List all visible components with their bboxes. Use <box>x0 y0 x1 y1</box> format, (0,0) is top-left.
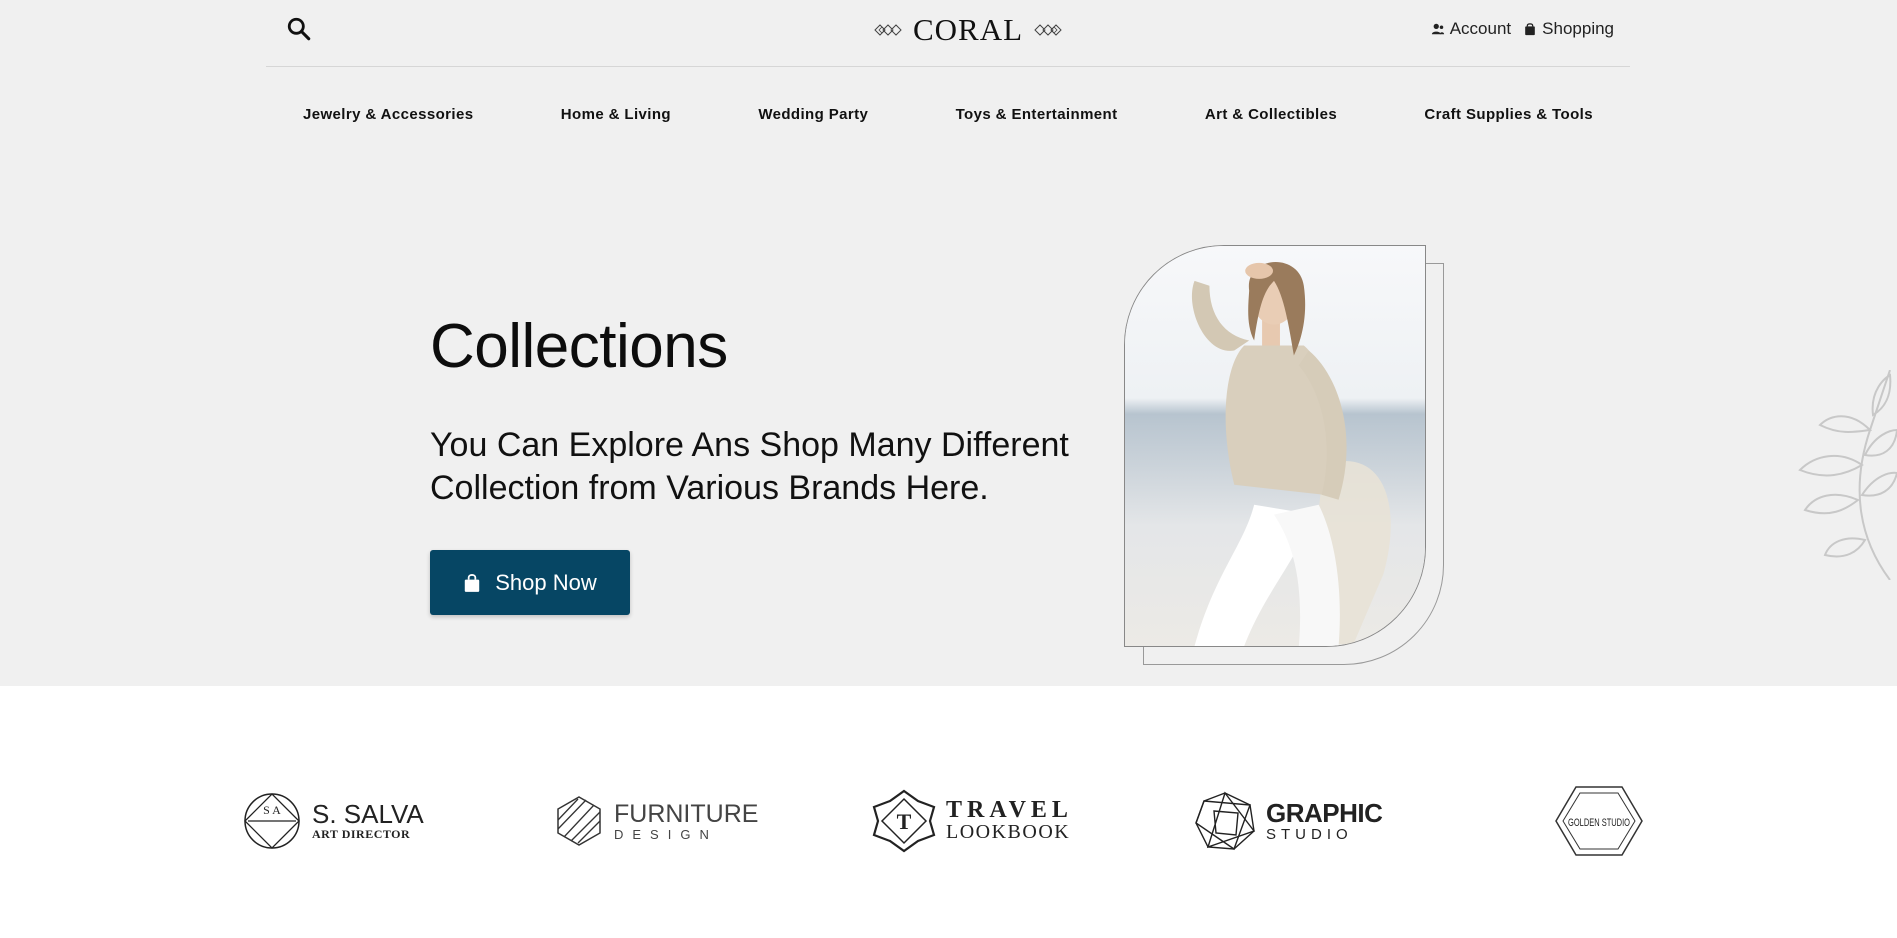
nav-item-craft[interactable]: Craft Supplies & Tools <box>1424 100 1593 130</box>
account-links: Account Shopping <box>1431 19 1614 39</box>
category-nav: Jewelry & Accessories Home & Living Wedd… <box>266 100 1630 130</box>
brand-s-salva-tagline: ART DIRECTOR <box>312 826 411 841</box>
svg-text:T: T <box>897 809 912 834</box>
brand-furniture-tagline: DESIGN <box>614 826 718 842</box>
search-button[interactable] <box>286 16 312 42</box>
model-image <box>1125 246 1425 646</box>
brand-travel-name: TRAVEL <box>946 796 1073 823</box>
brand-golden-studio[interactable]: GOLDEN STUDIO <box>1554 781 1644 861</box>
bag-icon <box>1525 23 1535 36</box>
logo-text: CORAL <box>912 12 1024 47</box>
brand-s-salva[interactable]: S A S. SALVA ART DIRECTOR <box>244 781 424 861</box>
shop-now-button[interactable]: Shop Now <box>430 550 630 615</box>
nav-item-art[interactable]: Art & Collectibles <box>1205 100 1337 130</box>
nav-item-home-living[interactable]: Home & Living <box>561 100 671 130</box>
furniture-mark-icon <box>557 796 601 846</box>
hero-subtitle: You Can Explore Ans Shop Many Different … <box>430 426 1069 507</box>
account-link[interactable]: Account <box>1431 19 1511 39</box>
svg-text:S A: S A <box>263 803 281 817</box>
brand-graphic-name: GRAPHIC <box>1266 797 1383 828</box>
hero-model-photo <box>1124 245 1426 647</box>
golden-studio-mark-icon: GOLDEN STUDIO <box>1555 786 1643 856</box>
nav-item-wedding-party[interactable]: Wedding Party <box>758 100 868 130</box>
nav-item-toys[interactable]: Toys & Entertainment <box>956 100 1118 130</box>
shop-now-label: Shop Now <box>495 569 597 595</box>
brand-graphic-tagline: STUDIO <box>1266 825 1353 843</box>
user-icon <box>1431 23 1444 35</box>
bag-icon <box>465 573 480 592</box>
shopping-label: Shopping <box>1542 19 1614 38</box>
leaf-decoration <box>1798 370 1897 580</box>
svg-text:GOLDEN STUDIO: GOLDEN STUDIO <box>1568 817 1630 829</box>
brand-graphic[interactable]: GRAPHIC STUDIO <box>1194 781 1383 861</box>
brand-furniture-name: FURNITURE <box>614 799 759 828</box>
site-logo[interactable]: CORAL <box>868 10 1068 50</box>
travel-mark-icon: T <box>872 789 936 853</box>
brand-travel[interactable]: T TRAVEL LOOKBOOK <box>872 781 1073 861</box>
site-header: CORAL Account Shopping <box>266 0 1630 67</box>
brand-furniture[interactable]: FURNITURE DESIGN <box>556 781 758 861</box>
brand-logos: S A S. SALVA ART DIRECTOR FURNITURE DESI… <box>0 686 1897 938</box>
s-salva-mark-icon: S A <box>244 793 300 849</box>
graphic-mark-icon <box>1195 791 1256 851</box>
logo-ornament-right <box>1034 24 1062 36</box>
account-label: Account <box>1449 19 1512 38</box>
brand-s-salva-name: S. SALVA <box>312 798 424 829</box>
logo-ornament-left <box>874 24 902 36</box>
nav-item-jewelry[interactable]: Jewelry & Accessories <box>303 100 473 130</box>
brand-travel-tagline: LOOKBOOK <box>946 820 1071 843</box>
hero-title: Collections <box>430 312 728 381</box>
search-icon <box>287 17 311 41</box>
shopping-link[interactable]: Shopping <box>1523 19 1614 39</box>
